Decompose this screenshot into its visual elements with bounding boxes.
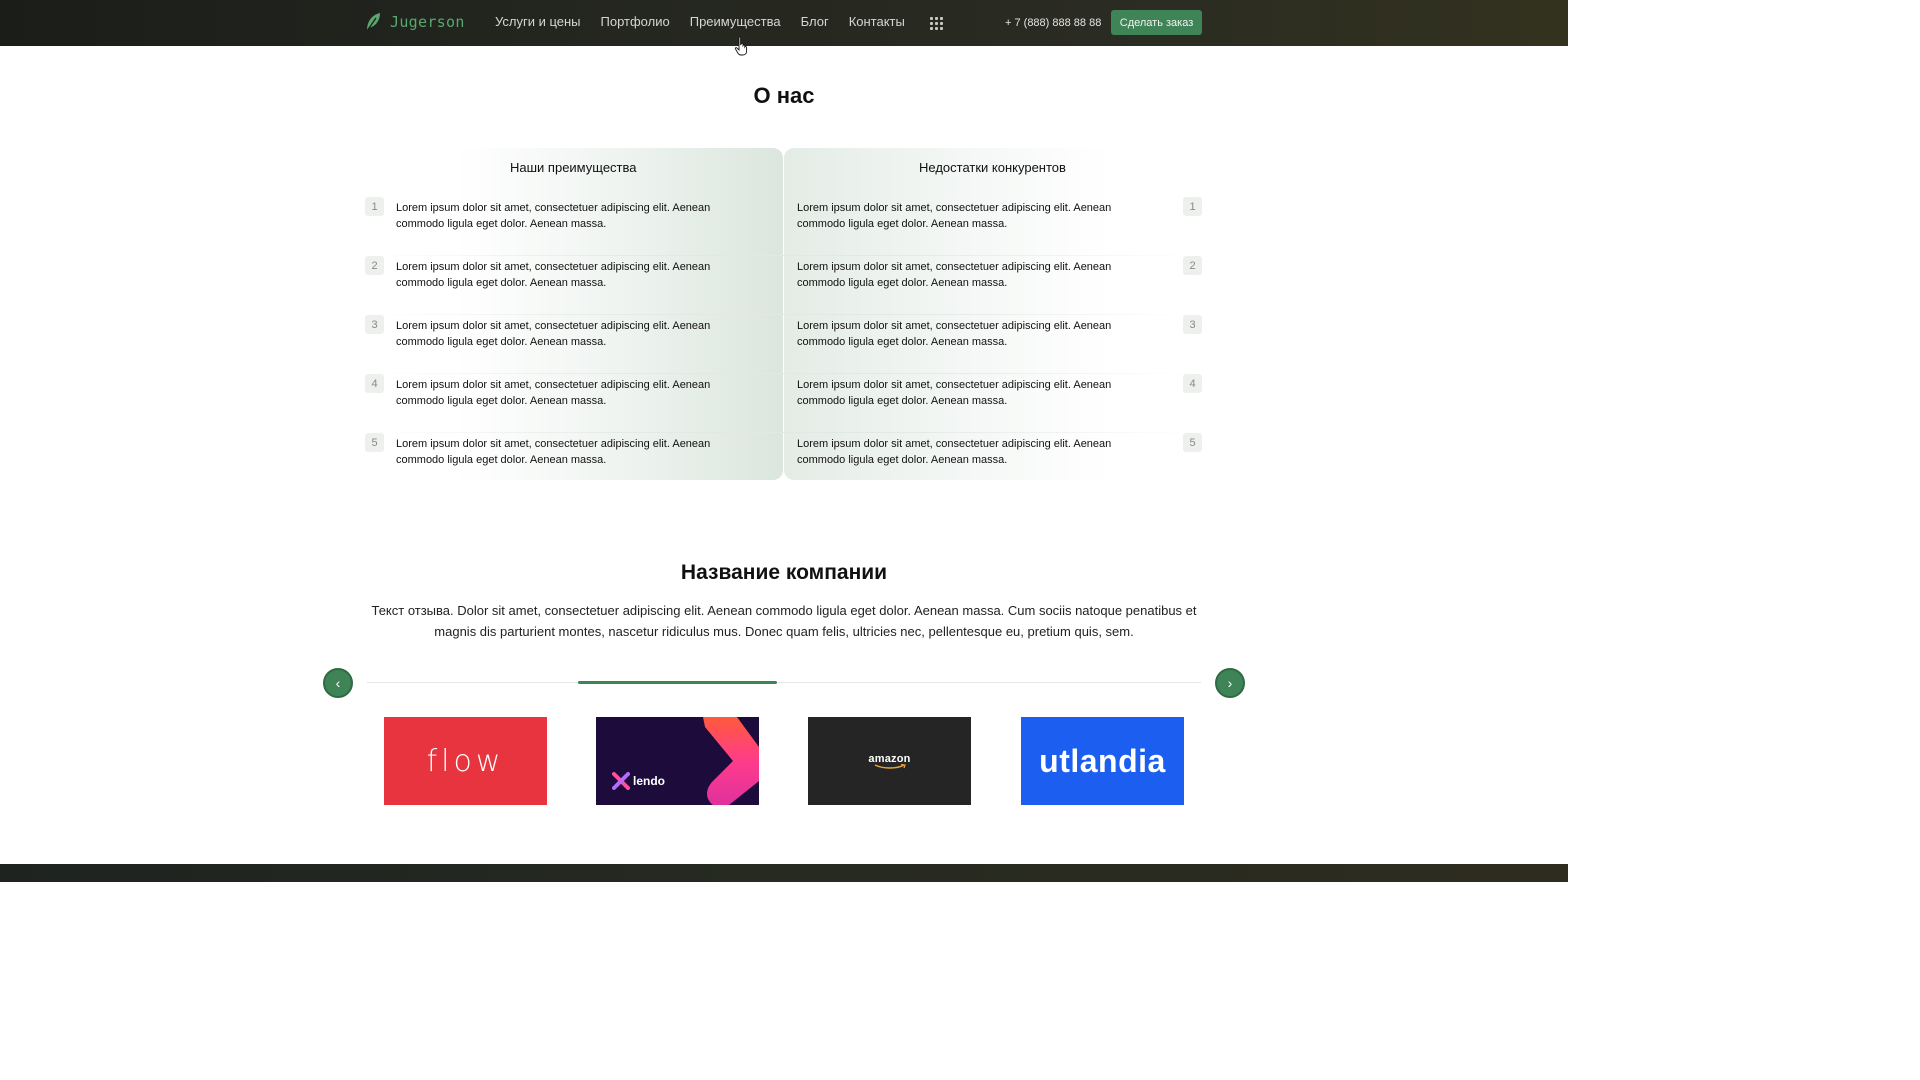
competitor-text: Lorem ipsum dolor sit amet, consectetuer…	[797, 202, 1112, 230]
lendo-logo: lendo	[612, 772, 665, 790]
advantage-text: Lorem ipsum dolor sit amet, consectetuer…	[396, 261, 711, 289]
comparison-row: 4 Lorem ipsum dolor sit amet, consectetu…	[364, 374, 1202, 433]
client-logo-amazon[interactable]: amazon	[808, 717, 971, 805]
review-text: Текст отзыва. Dolor sit amet, consectetu…	[371, 603, 1197, 639]
competitor-text: Lorem ipsum dolor sit amet, consectetuer…	[797, 379, 1112, 407]
lendo-arrow-shape	[703, 717, 759, 805]
comparison-row: 5 Lorem ipsum dolor sit amet, consectetu…	[364, 433, 1202, 492]
nav-item-blog[interactable]: Блог	[801, 14, 829, 29]
main-nav: Услуги и цены Портфолио Преимущества Бло…	[495, 14, 925, 29]
chevron-left-icon: ‹	[335, 675, 341, 691]
row-number: 4	[1183, 374, 1202, 393]
comparison-table: Наши преимущества Недостатки конкурентов…	[364, 148, 1202, 480]
row-number: 1	[1183, 197, 1202, 216]
row-number: 5	[1183, 433, 1202, 452]
footer-strip	[0, 864, 1568, 882]
row-number: 3	[365, 315, 384, 334]
next-slide-button[interactable]: ›	[1215, 668, 1245, 698]
hand-cursor-icon	[734, 36, 748, 56]
row-number: 5	[365, 433, 384, 452]
comparison-row: 2 Lorem ipsum dolor sit amet, consectetu…	[364, 256, 1202, 315]
nav-item-contacts[interactable]: Контакты	[849, 14, 905, 29]
row-number: 2	[365, 256, 384, 275]
client-logo-flow[interactable]: flow	[384, 717, 547, 805]
slider-track[interactable]	[367, 682, 1201, 683]
amazon-logo: amazon	[868, 753, 910, 770]
flow-logo-text: flow	[426, 743, 505, 779]
nav-item-services[interactable]: Услуги и цены	[495, 14, 581, 29]
row-number: 3	[1183, 315, 1202, 334]
advantage-text: Lorem ipsum dolor sit amet, consectetuer…	[396, 438, 711, 466]
top-navbar: Jugerson Услуги и цены Портфолио Преимущ…	[0, 0, 1568, 46]
competitor-text: Lorem ipsum dolor sit amet, consectetuer…	[797, 438, 1112, 466]
advantage-text: Lorem ipsum dolor sit amet, consectetuer…	[396, 202, 711, 230]
prev-slide-button[interactable]: ‹	[323, 668, 353, 698]
chevron-right-icon: ›	[1227, 675, 1233, 691]
comparison-row: 3 Lorem ipsum dolor sit amet, consectetu…	[364, 315, 1202, 374]
client-logo-lendo[interactable]: lendo	[596, 717, 759, 805]
company-name: Название компании	[680, 561, 888, 584]
utlandia-logo-text: utlandia	[1039, 742, 1166, 779]
apps-grid-icon[interactable]	[930, 17, 943, 30]
advantage-text: Lorem ipsum dolor sit amet, consectetuer…	[396, 320, 711, 348]
row-number: 2	[1183, 256, 1202, 275]
logo-text: Jugerson	[390, 13, 465, 31]
leaf-icon	[366, 13, 380, 32]
lendo-logo-text: lendo	[633, 774, 665, 788]
competitor-text: Lorem ipsum dolor sit amet, consectetuer…	[797, 261, 1112, 289]
client-logos: flow lendo amazon utlandia	[0, 717, 1568, 805]
row-number: 1	[365, 197, 384, 216]
amazon-smile-icon	[874, 763, 906, 769]
nav-item-advantages[interactable]: Преимущества	[690, 14, 781, 29]
advantage-text: Lorem ipsum dolor sit amet, consectetuer…	[396, 379, 711, 407]
competitors-heading: Недостатки конкурентов	[919, 160, 1066, 175]
client-logo-utlandia[interactable]: utlandia	[1021, 717, 1184, 805]
logo[interactable]: Jugerson	[364, 12, 465, 32]
lendo-x-icon	[612, 772, 630, 790]
nav-item-portfolio[interactable]: Портфолио	[601, 14, 670, 29]
slider-progress[interactable]	[578, 681, 777, 684]
comparison-row: 1 Lorem ipsum dolor sit amet, consectetu…	[364, 197, 1202, 256]
row-number: 4	[365, 374, 384, 393]
order-button[interactable]: Сделать заказ	[1111, 10, 1202, 35]
phone-number[interactable]: + 7 (888) 888 88 88	[1005, 17, 1101, 29]
about-title: О нас	[753, 83, 815, 108]
competitor-text: Lorem ipsum dolor sit amet, consectetuer…	[797, 320, 1112, 348]
advantages-heading: Наши преимущества	[510, 160, 637, 175]
